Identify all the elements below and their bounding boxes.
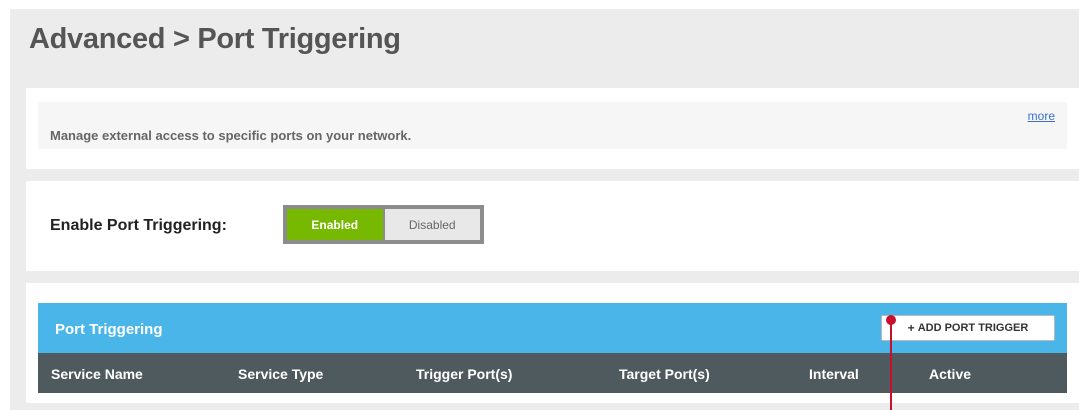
table-title-bar: Port Triggering + ADD PORT TRIGGER <box>38 303 1067 353</box>
disabled-option[interactable]: Disabled <box>384 209 480 240</box>
description-box: Manage external access to specific ports… <box>38 102 1067 149</box>
description-panel: Manage external access to specific ports… <box>26 88 1079 169</box>
add-port-trigger-button[interactable]: + ADD PORT TRIGGER <box>881 315 1055 341</box>
description-text: Manage external access to specific ports… <box>50 128 412 143</box>
page-container: Advanced > Port Triggering Manage extern… <box>10 9 1079 410</box>
column-header-trigger-ports[interactable]: Trigger Port(s) <box>416 366 512 382</box>
plus-icon: + <box>907 321 915 335</box>
more-link[interactable]: more <box>1028 109 1055 123</box>
column-header-interval[interactable]: Interval <box>809 366 859 382</box>
page-title: Advanced > Port Triggering <box>29 23 401 55</box>
table-column-headers: Service Name Service Type Trigger Port(s… <box>38 353 1067 393</box>
column-header-service-type[interactable]: Service Type <box>238 366 323 382</box>
table-title: Port Triggering <box>55 321 163 338</box>
add-port-trigger-label: ADD PORT TRIGGER <box>917 322 1029 334</box>
callout-pointer-dot <box>886 315 896 325</box>
column-header-service-name[interactable]: Service Name <box>51 366 143 382</box>
enable-panel: Enable Port Triggering: Enabled Disabled <box>26 181 1079 271</box>
callout-pointer-line <box>890 320 892 410</box>
column-header-target-ports[interactable]: Target Port(s) <box>619 366 710 382</box>
enable-toggle: Enabled Disabled <box>283 205 484 244</box>
enable-port-triggering-label: Enable Port Triggering: <box>50 217 227 234</box>
column-header-active[interactable]: Active <box>929 366 971 382</box>
enabled-option[interactable]: Enabled <box>287 209 383 240</box>
port-triggering-table-panel: Port Triggering + ADD PORT TRIGGER Servi… <box>26 283 1079 403</box>
